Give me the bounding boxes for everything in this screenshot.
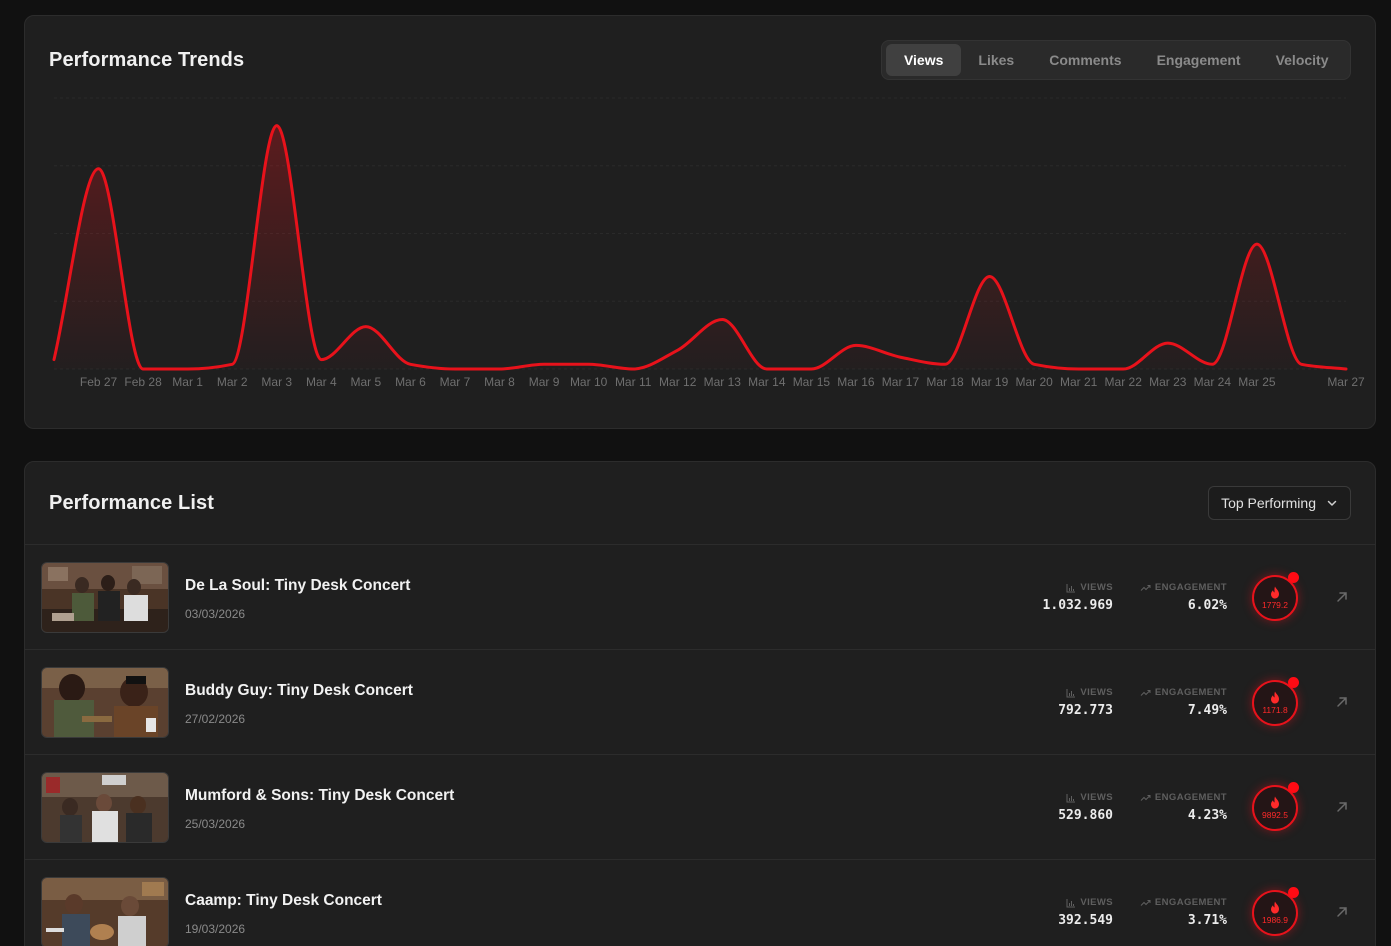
video-title[interactable]: Buddy Guy: Tiny Desk Concert bbox=[185, 682, 413, 700]
x-tick-label: Mar 24 bbox=[1194, 375, 1232, 389]
x-tick-label: Mar 16 bbox=[837, 375, 875, 389]
bar-chart-icon bbox=[1066, 688, 1076, 697]
video-thumbnail[interactable] bbox=[41, 877, 169, 946]
x-tick-label: Mar 13 bbox=[704, 375, 742, 389]
views-label: VIEWS bbox=[1066, 582, 1113, 593]
x-axis-ticks: Feb 27 Feb 28 Mar 1 Mar 2 Mar 3 Mar 4 Mar 5 Mar… bbox=[80, 375, 1365, 389]
live-indicator-dot bbox=[1288, 782, 1299, 793]
x-tick-label: Mar 14 bbox=[748, 375, 786, 389]
video-date: 03/03/2026 bbox=[185, 607, 246, 621]
x-tick-label: Mar 4 bbox=[306, 375, 337, 389]
hot-score-badge: 1779.2 bbox=[1252, 572, 1299, 621]
live-indicator-dot bbox=[1288, 572, 1299, 583]
x-tick-label: Mar 25 bbox=[1238, 375, 1276, 389]
views-trend-chart: Feb 27 Feb 28 Mar 1 Mar 2 Mar 3 Mar 4 Mar 5 Mar… bbox=[52, 97, 1365, 389]
x-tick-label: Mar 21 bbox=[1060, 375, 1098, 389]
engagement-value: 7.49% bbox=[1187, 703, 1227, 718]
x-tick-label: Mar 7 bbox=[440, 375, 471, 389]
x-tick-label: Mar 12 bbox=[659, 375, 697, 389]
video-thumbnail[interactable] bbox=[41, 772, 169, 843]
performance-trends-card: Performance Trends Views Likes Comments … bbox=[24, 15, 1376, 429]
engagement-value: 3.71% bbox=[1187, 913, 1227, 928]
x-tick-label: Mar 18 bbox=[926, 375, 964, 389]
x-tick-label: Mar 8 bbox=[484, 375, 515, 389]
engagement-value: 4.23% bbox=[1187, 808, 1227, 823]
flame-icon bbox=[1271, 796, 1279, 809]
sort-dropdown-label: Top Performing bbox=[1221, 495, 1316, 511]
external-link-icon[interactable] bbox=[1335, 800, 1349, 814]
x-tick-label: Mar 15 bbox=[793, 375, 831, 389]
video-title[interactable]: De La Soul: Tiny Desk Concert bbox=[185, 577, 410, 595]
list-item[interactable]: Caamp: Tiny Desk Concert 19/03/2026 VIEW… bbox=[25, 859, 1375, 946]
x-tick-label: Mar 19 bbox=[971, 375, 1009, 389]
video-date: 19/03/2026 bbox=[185, 922, 246, 936]
x-tick-label: Feb 27 bbox=[80, 375, 118, 389]
x-tick-label: Mar 10 bbox=[570, 375, 608, 389]
video-thumbnail[interactable] bbox=[41, 667, 169, 738]
engagement-label: ENGAGEMENT bbox=[1140, 897, 1227, 908]
x-tick-label: Feb 28 bbox=[124, 375, 162, 389]
sort-dropdown[interactable]: Top Performing bbox=[1208, 486, 1351, 520]
x-tick-label: Mar 17 bbox=[882, 375, 920, 389]
external-link-icon[interactable] bbox=[1335, 590, 1349, 604]
external-link-icon[interactable] bbox=[1335, 695, 1349, 709]
views-value: 392.549 bbox=[1058, 913, 1113, 928]
views-label: VIEWS bbox=[1066, 687, 1113, 698]
x-tick-label: Mar 9 bbox=[529, 375, 560, 389]
live-indicator-dot bbox=[1288, 677, 1299, 688]
list-item[interactable]: Buddy Guy: Tiny Desk Concert 27/02/2026 … bbox=[25, 649, 1375, 754]
video-title[interactable]: Mumford & Sons: Tiny Desk Concert bbox=[185, 787, 454, 805]
views-value: 792.773 bbox=[1058, 703, 1113, 718]
bar-chart-icon bbox=[1066, 898, 1076, 907]
video-thumbnail[interactable] bbox=[41, 562, 169, 633]
trending-up-icon bbox=[1140, 689, 1151, 696]
engagement-value: 6.02% bbox=[1187, 598, 1227, 613]
hot-score-badge: 9892.5 bbox=[1252, 782, 1299, 831]
flame-icon bbox=[1271, 691, 1279, 704]
hot-score-value: 1171.8 bbox=[1262, 705, 1288, 715]
bar-chart-icon bbox=[1066, 583, 1076, 592]
views-label: VIEWS bbox=[1066, 792, 1113, 803]
engagement-label: ENGAGEMENT bbox=[1140, 687, 1227, 698]
performance-list: De La Soul: Tiny Desk Concert 03/03/2026… bbox=[25, 544, 1375, 946]
trending-up-icon bbox=[1140, 794, 1151, 801]
list-item[interactable]: Mumford & Sons: Tiny Desk Concert 25/03/… bbox=[25, 754, 1375, 859]
engagement-label: ENGAGEMENT bbox=[1140, 582, 1227, 593]
video-date: 27/02/2026 bbox=[185, 712, 246, 726]
x-tick-label: Mar 2 bbox=[217, 375, 248, 389]
x-tick-label: Mar 11 bbox=[615, 375, 652, 389]
x-tick-label: Mar 27 bbox=[1327, 375, 1365, 389]
views-value: 1.032.969 bbox=[1042, 598, 1113, 613]
flame-icon bbox=[1271, 901, 1279, 914]
x-tick-label: Mar 22 bbox=[1105, 375, 1143, 389]
bar-chart-icon bbox=[1066, 793, 1076, 802]
views-label: VIEWS bbox=[1066, 897, 1113, 908]
hot-score-badge: 1986.9 bbox=[1252, 887, 1299, 936]
views-value: 529.860 bbox=[1058, 808, 1113, 823]
video-title[interactable]: Caamp: Tiny Desk Concert bbox=[185, 892, 382, 910]
hot-score-badge: 1171.8 bbox=[1252, 677, 1299, 726]
performance-list-title: Performance List bbox=[49, 492, 214, 514]
x-tick-label: Mar 5 bbox=[351, 375, 382, 389]
hot-score-value: 9892.5 bbox=[1262, 810, 1288, 820]
x-tick-label: Mar 23 bbox=[1149, 375, 1187, 389]
hot-score-value: 1986.9 bbox=[1262, 915, 1288, 925]
list-item[interactable]: De La Soul: Tiny Desk Concert 03/03/2026… bbox=[25, 544, 1375, 649]
trending-up-icon bbox=[1140, 584, 1151, 591]
external-link-icon[interactable] bbox=[1335, 905, 1349, 919]
video-date: 25/03/2026 bbox=[185, 817, 246, 831]
flame-icon bbox=[1271, 586, 1279, 599]
engagement-label: ENGAGEMENT bbox=[1140, 792, 1227, 803]
x-tick-label: Mar 1 bbox=[172, 375, 203, 389]
chevron-down-icon bbox=[1327, 500, 1337, 506]
hot-score-value: 1779.2 bbox=[1262, 600, 1288, 610]
x-tick-label: Mar 3 bbox=[261, 375, 292, 389]
x-tick-label: Mar 20 bbox=[1015, 375, 1053, 389]
x-tick-label: Mar 6 bbox=[395, 375, 426, 389]
trending-up-icon bbox=[1140, 899, 1151, 906]
live-indicator-dot bbox=[1288, 887, 1299, 898]
performance-list-card: Performance List Top Performing De La So… bbox=[24, 461, 1376, 946]
